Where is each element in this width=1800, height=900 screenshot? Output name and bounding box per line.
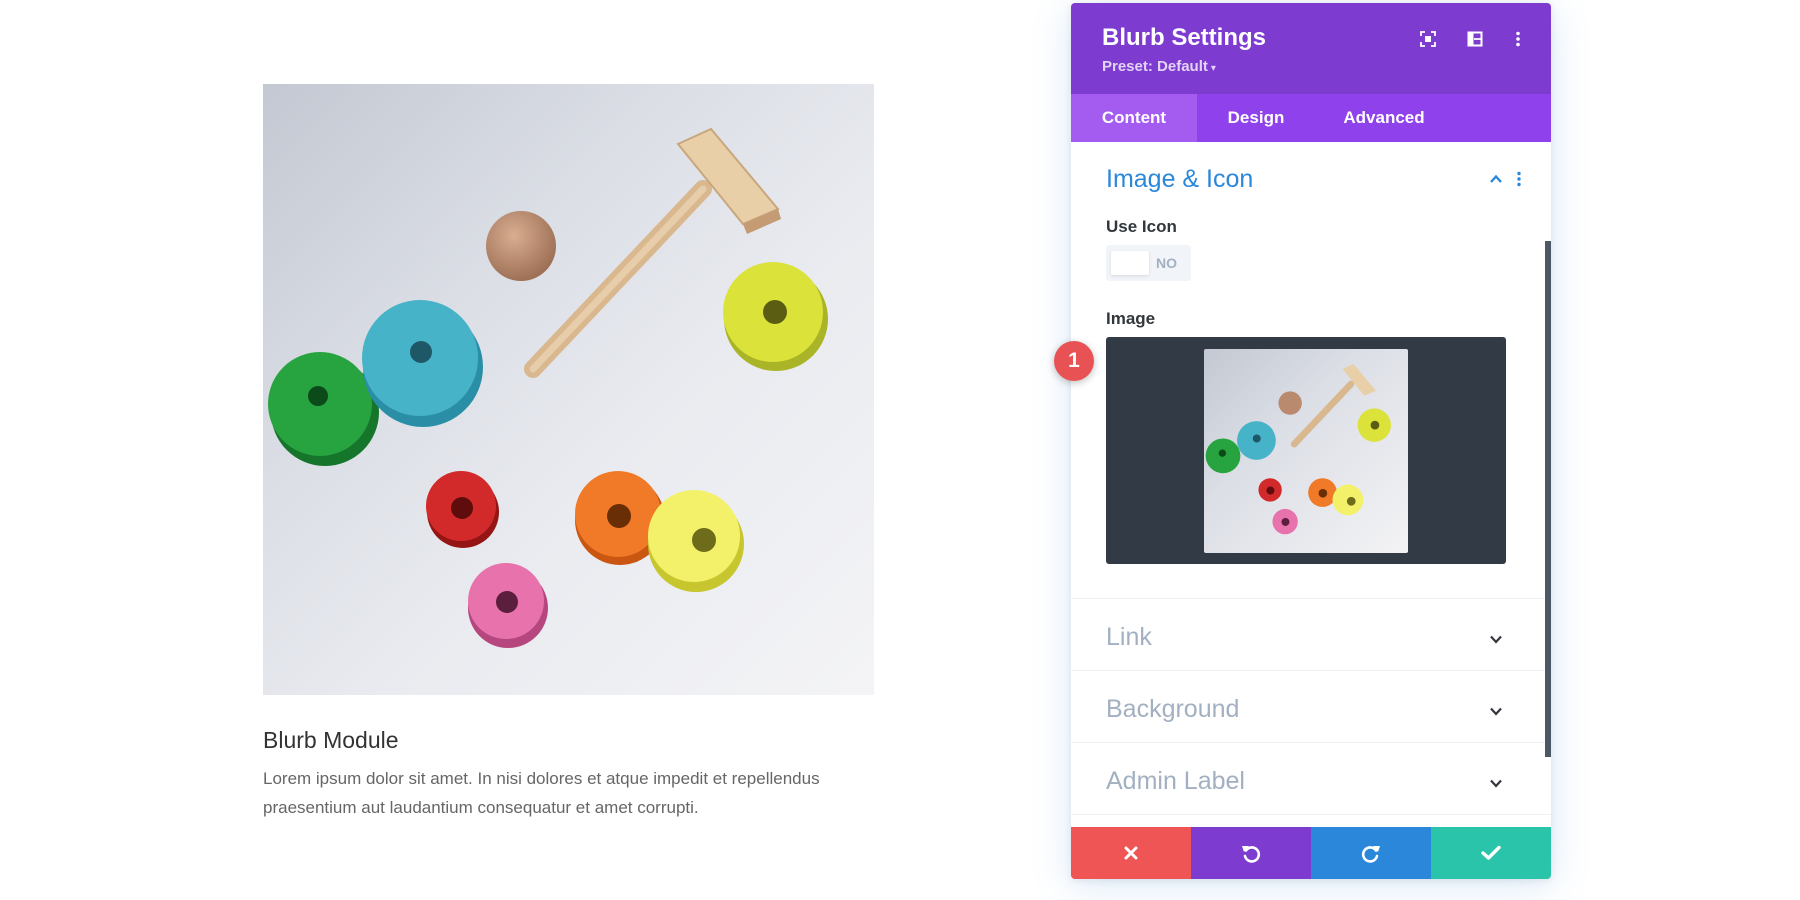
use-icon-toggle[interactable]: NO xyxy=(1106,245,1191,281)
redo-button[interactable] xyxy=(1311,827,1431,879)
section-image-icon-header[interactable]: Image & Icon xyxy=(1106,165,1253,194)
toggle-state: NO xyxy=(1156,255,1177,271)
preset-label: Preset: Default xyxy=(1102,58,1208,75)
redo-icon xyxy=(1361,846,1380,863)
split-view-icon[interactable] xyxy=(1465,29,1485,49)
chevron-down-icon[interactable] xyxy=(1488,703,1504,719)
image-upload-field[interactable] xyxy=(1106,337,1506,564)
check-icon xyxy=(1481,845,1501,860)
chevron-down-icon[interactable] xyxy=(1488,775,1504,791)
caret-down-icon: ▾ xyxy=(1210,63,1216,74)
toggle-knob xyxy=(1111,251,1149,275)
modal-title: Blurb Settings xyxy=(1102,24,1267,51)
close-icon xyxy=(1124,846,1138,860)
blurb-settings-modal: Blurb Settings Preset: Default ▾ Content … xyxy=(1071,3,1551,879)
discard-button[interactable] xyxy=(1071,827,1191,879)
use-icon-label: Use Icon xyxy=(1106,217,1177,236)
undo-icon xyxy=(1242,846,1261,863)
tab-content[interactable]: Content xyxy=(1071,94,1197,142)
step-badge: 1 xyxy=(1054,341,1094,381)
wooden-stacking-toy-image xyxy=(268,127,828,648)
preset-selector[interactable]: Preset: Default ▾ xyxy=(1102,58,1216,75)
section-divider xyxy=(1071,670,1551,671)
section-background-header[interactable]: Background xyxy=(1106,695,1239,724)
section-admin-label-header[interactable]: Admin Label xyxy=(1106,767,1245,796)
tab-design[interactable]: Design xyxy=(1197,94,1315,142)
image-thumbnail[interactable] xyxy=(1204,349,1408,553)
chevron-up-icon[interactable] xyxy=(1488,171,1504,187)
blurb-body-text: Lorem ipsum dolor sit amet. In nisi dolo… xyxy=(263,769,820,817)
wooden-stacking-toy-thumbnail xyxy=(1205,364,1391,535)
section-divider xyxy=(1071,814,1551,815)
settings-tabs: Content Design Advanced xyxy=(1071,94,1551,142)
section-options-icon[interactable] xyxy=(1516,171,1522,187)
blurb-title: Blurb Module xyxy=(263,727,399,753)
tab-advanced[interactable]: Advanced xyxy=(1315,94,1453,142)
save-button[interactable] xyxy=(1431,827,1551,879)
modal-header: Blurb Settings Preset: Default ▾ xyxy=(1071,3,1551,94)
chevron-down-icon[interactable] xyxy=(1488,631,1504,647)
undo-button[interactable] xyxy=(1191,827,1311,879)
blurb-image xyxy=(263,84,874,695)
section-divider xyxy=(1071,742,1551,743)
section-link-header[interactable]: Link xyxy=(1106,623,1152,652)
section-divider xyxy=(1071,598,1551,599)
modal-footer xyxy=(1071,827,1551,879)
image-label: Image xyxy=(1106,309,1156,328)
modal-scrollbar[interactable] xyxy=(1545,241,1551,757)
fullscreen-icon[interactable] xyxy=(1418,29,1438,49)
more-options-icon[interactable] xyxy=(1508,29,1528,49)
